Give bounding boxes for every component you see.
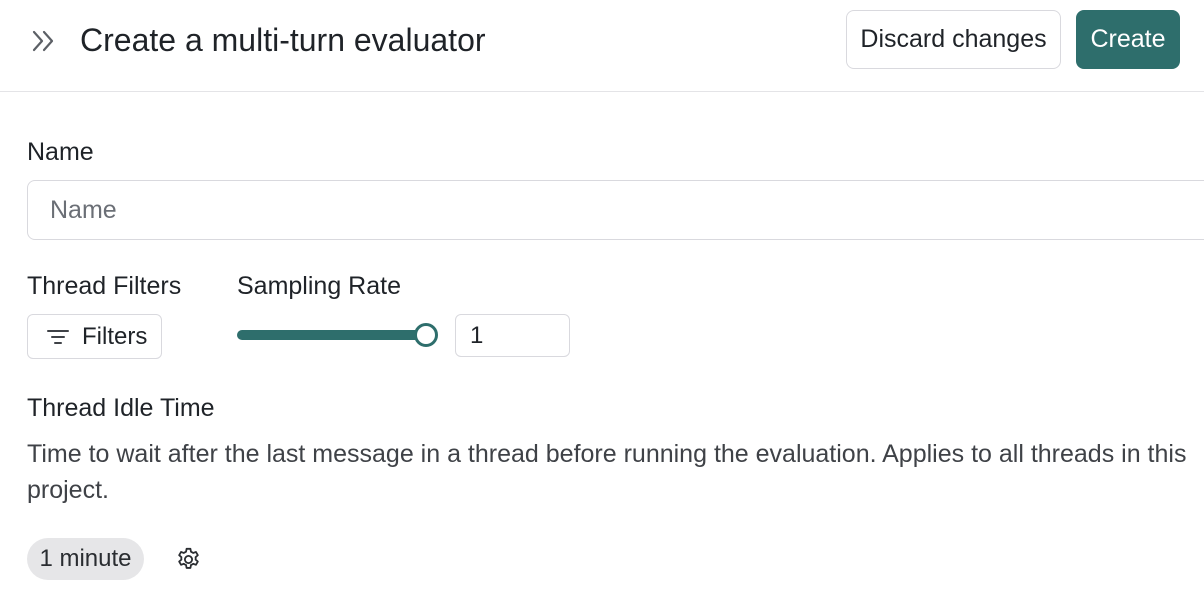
filters-button[interactable]: Filters (27, 314, 162, 359)
sampling-rate-slider-track[interactable] (237, 330, 427, 340)
sampling-rate-input[interactable] (455, 314, 570, 357)
double-chevron-right-icon (32, 30, 54, 52)
sampling-rate-label: Sampling Rate (237, 272, 401, 300)
page-header: Create a multi-turn evaluator Discard ch… (0, 0, 1204, 92)
name-input[interactable] (27, 180, 1204, 240)
thread-filters-label: Thread Filters (27, 272, 182, 300)
filters-button-label: Filters (82, 322, 148, 350)
thread-idle-time-label: Thread Idle Time (27, 394, 215, 422)
idle-time-value-pill[interactable]: 1 minute (27, 538, 144, 580)
gear-icon[interactable] (175, 546, 202, 573)
thread-idle-time-description: Time to wait after the last message in a… (27, 440, 1187, 504)
sampling-rate-slider-thumb[interactable] (414, 323, 438, 347)
name-label: Name (27, 138, 94, 166)
sampling-rate-slider-fill (237, 330, 427, 340)
filter-lines-icon (46, 325, 70, 349)
page-title: Create a multi-turn evaluator (80, 22, 486, 58)
create-button[interactable]: Create (1076, 10, 1180, 69)
expand-sidebar-button[interactable] (26, 24, 60, 58)
discard-changes-button[interactable]: Discard changes (846, 10, 1061, 69)
